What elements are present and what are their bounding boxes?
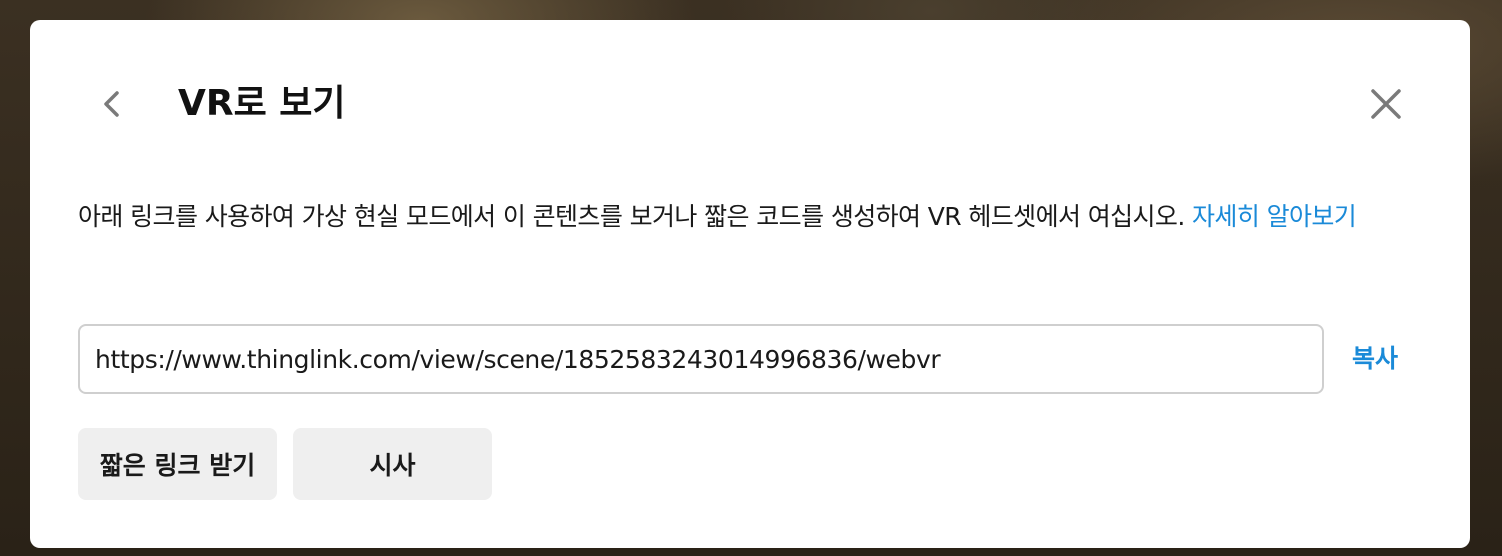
copy-button[interactable]: 복사 [1352,340,1398,378]
get-short-link-button[interactable]: 짧은 링크 받기 [78,428,277,500]
close-icon [1371,89,1401,119]
chevron-left-icon [104,91,119,117]
back-button[interactable] [94,84,130,124]
description-text: 아래 링크를 사용하여 가상 현실 모드에서 이 콘텐츠를 보거나 짧은 코드를… [78,202,1193,231]
dialog-description: 아래 링크를 사용하여 가상 현실 모드에서 이 콘텐츠를 보거나 짧은 코드를… [78,196,1418,237]
close-button[interactable] [1366,84,1406,124]
vr-url-input[interactable] [78,324,1324,394]
learn-more-link[interactable]: 자세히 알아보기 [1192,202,1357,231]
preview-button[interactable]: 시사 [293,428,492,500]
dialog-title: VR로 보기 [178,83,346,124]
vr-view-dialog: VR로 보기 아래 링크를 사용하여 가상 현실 모드에서 이 콘텐츠를 보거나… [30,20,1470,548]
